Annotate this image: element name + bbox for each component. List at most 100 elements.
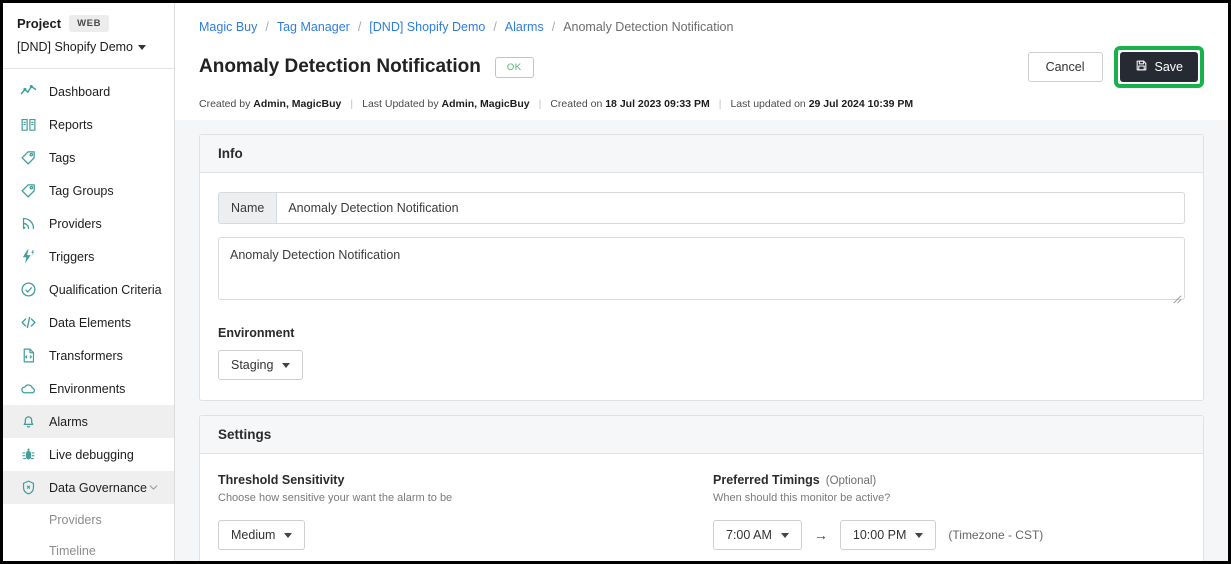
header-actions: Cancel Save — [1027, 46, 1204, 88]
sidebar-item-tag-groups[interactable]: Tag Groups — [3, 174, 174, 207]
broadcast-icon — [17, 215, 39, 232]
environment-value: Staging — [231, 358, 274, 372]
created-on-value: 18 Jul 2023 09:33 PM — [605, 98, 710, 110]
sidebar-item-reports[interactable]: Reports — [3, 108, 174, 141]
settings-card: Settings Threshold Sensitivity Choose ho… — [199, 415, 1204, 561]
file-code-icon — [17, 347, 39, 364]
save-button[interactable]: Save — [1119, 52, 1198, 82]
save-button-label: Save — [1154, 60, 1184, 74]
page-header: Magic Buy / Tag Manager / [DND] Shopify … — [175, 3, 1228, 120]
threshold-description: Choose how sensitive your want the alarm… — [218, 492, 453, 504]
start-time-dropdown[interactable]: 7:00 AM — [713, 520, 802, 550]
chevron-down-icon — [284, 532, 293, 538]
bolt-icon — [17, 248, 39, 265]
project-type-badge: WEB — [69, 15, 110, 32]
title-row: Anomaly Detection Notification OK Cancel… — [199, 46, 1204, 88]
meta-separator: | — [538, 98, 542, 110]
sidebar-item-data-elements[interactable]: Data Elements — [3, 306, 174, 339]
sidebar-item-label: Data Elements — [49, 315, 131, 330]
timing-controls: 7:00 AM → 10:00 PM (Timezone - CST) — [713, 520, 1185, 550]
save-button-highlight: Save — [1113, 46, 1204, 88]
sidebar-item-label: Live debugging — [49, 447, 134, 462]
info-card-title: Info — [200, 135, 1203, 173]
sidebar-item-label: Providers — [49, 216, 102, 231]
status-badge: OK — [494, 56, 534, 78]
page-body: Info Name Environment Staging — [175, 120, 1228, 561]
threshold-value: Medium — [231, 528, 276, 542]
breadcrumb-separator: / — [551, 20, 556, 34]
main-content: Magic Buy / Tag Manager / [DND] Shopify … — [175, 3, 1228, 561]
description-textarea[interactable] — [218, 237, 1185, 300]
breadcrumb-separator: / — [493, 20, 497, 34]
sidebar-item-triggers[interactable]: Triggers — [3, 240, 174, 273]
line-chart-icon — [17, 83, 39, 100]
breadcrumb-item-shopify-demo[interactable]: [DND] Shopify Demo — [369, 20, 485, 34]
chevron-down-icon — [780, 532, 789, 538]
sidebar-item-label: Alarms — [49, 414, 88, 429]
cloud-icon — [17, 380, 39, 397]
breadcrumb-item-magic-buy[interactable]: Magic Buy — [199, 20, 257, 34]
breadcrumb-separator: / — [357, 20, 362, 34]
breadcrumb: Magic Buy / Tag Manager / [DND] Shopify … — [199, 20, 1204, 34]
sidebar-item-qualification-criteria[interactable]: Qualification Criteria — [3, 273, 174, 306]
info-card-body: Name Environment Staging — [200, 173, 1203, 400]
start-time-value: 7:00 AM — [726, 528, 772, 542]
breadcrumb-item-alarms[interactable]: Alarms — [505, 20, 544, 34]
end-time-dropdown[interactable]: 10:00 PM — [839, 520, 937, 550]
sidebar-subitem-label: Timeline — [49, 543, 96, 558]
sidebar-item-label: Transformers — [49, 348, 123, 363]
sidebar-subitem-timeline[interactable]: Timeline — [3, 535, 174, 561]
timings-optional-tag: (Optional) — [825, 475, 877, 487]
cancel-button[interactable]: Cancel — [1027, 52, 1103, 82]
code-icon — [17, 314, 39, 331]
chevron-down-icon[interactable] — [147, 481, 160, 494]
description-field-group — [218, 224, 1185, 305]
sidebar-subitem-providers[interactable]: Providers — [3, 504, 174, 535]
created-by-label: Created by — [199, 98, 251, 110]
sidebar-item-label: Tag Groups — [49, 183, 114, 198]
created-on-label: Created on — [550, 98, 603, 110]
sidebar-item-dashboard[interactable]: Dashboard — [3, 75, 174, 108]
bell-icon — [17, 413, 39, 430]
threshold-dropdown[interactable]: Medium — [218, 520, 306, 550]
settings-card-title: Settings — [200, 416, 1203, 454]
name-field-label: Name — [218, 192, 277, 224]
app-window: Project WEB [DND] Shopify Demo Dashboard — [0, 0, 1231, 564]
sidebar-item-live-debugging[interactable]: Live debugging — [3, 438, 174, 471]
meta-separator: | — [350, 98, 354, 110]
environment-dropdown[interactable]: Staging — [218, 350, 304, 380]
sidebar-item-transformers[interactable]: Transformers — [3, 339, 174, 372]
updated-by-label: Last Updated by — [362, 98, 439, 110]
breadcrumb-item-current: Anomaly Detection Notification — [563, 20, 734, 34]
sidebar-item-environments[interactable]: Environments — [3, 372, 174, 405]
sidebar-nav: Dashboard Reports Tags Tag Groups Provid… — [3, 69, 174, 561]
environment-label: Environment — [218, 326, 295, 340]
timings-description: When should this monitor be active? — [713, 492, 891, 504]
sidebar-item-tags[interactable]: Tags — [3, 141, 174, 174]
name-field-group: Name — [218, 192, 1185, 224]
threshold-sensitivity-section: Threshold Sensitivity Choose how sensiti… — [218, 473, 713, 550]
breadcrumb-separator: / — [265, 20, 269, 34]
sidebar-item-alarms[interactable]: Alarms — [3, 405, 174, 438]
timezone-note: (Timezone - CST) — [948, 528, 1044, 542]
breadcrumb-item-tag-manager[interactable]: Tag Manager — [277, 20, 350, 34]
name-input[interactable] — [276, 192, 1185, 224]
sidebar-item-label: Dashboard — [49, 84, 111, 99]
updated-on-value: 29 Jul 2024 10:39 PM — [808, 98, 914, 110]
created-by-value: Admin, MagicBuy — [253, 98, 342, 110]
sidebar-item-data-governance[interactable]: Data Governance — [3, 471, 174, 504]
chevron-down-icon — [282, 362, 291, 368]
tag-icon — [17, 182, 39, 199]
project-name: [DND] Shopify Demo — [17, 40, 134, 54]
floppy-disk-icon — [1135, 59, 1148, 75]
project-switcher[interactable]: Project WEB [DND] Shopify Demo — [3, 3, 174, 64]
shield-icon — [17, 479, 39, 496]
chevron-down-icon[interactable] — [138, 44, 147, 50]
sidebar-item-label: Data Governance — [49, 480, 147, 495]
sidebar-item-label: Triggers — [49, 249, 95, 264]
timings-label: Preferred Timings — [713, 473, 820, 487]
sidebar-item-providers[interactable]: Providers — [3, 207, 174, 240]
check-circle-icon — [17, 281, 39, 298]
chevron-down-icon — [915, 532, 924, 538]
preferred-timings-section: Preferred Timings (Optional) When should … — [713, 473, 1185, 550]
